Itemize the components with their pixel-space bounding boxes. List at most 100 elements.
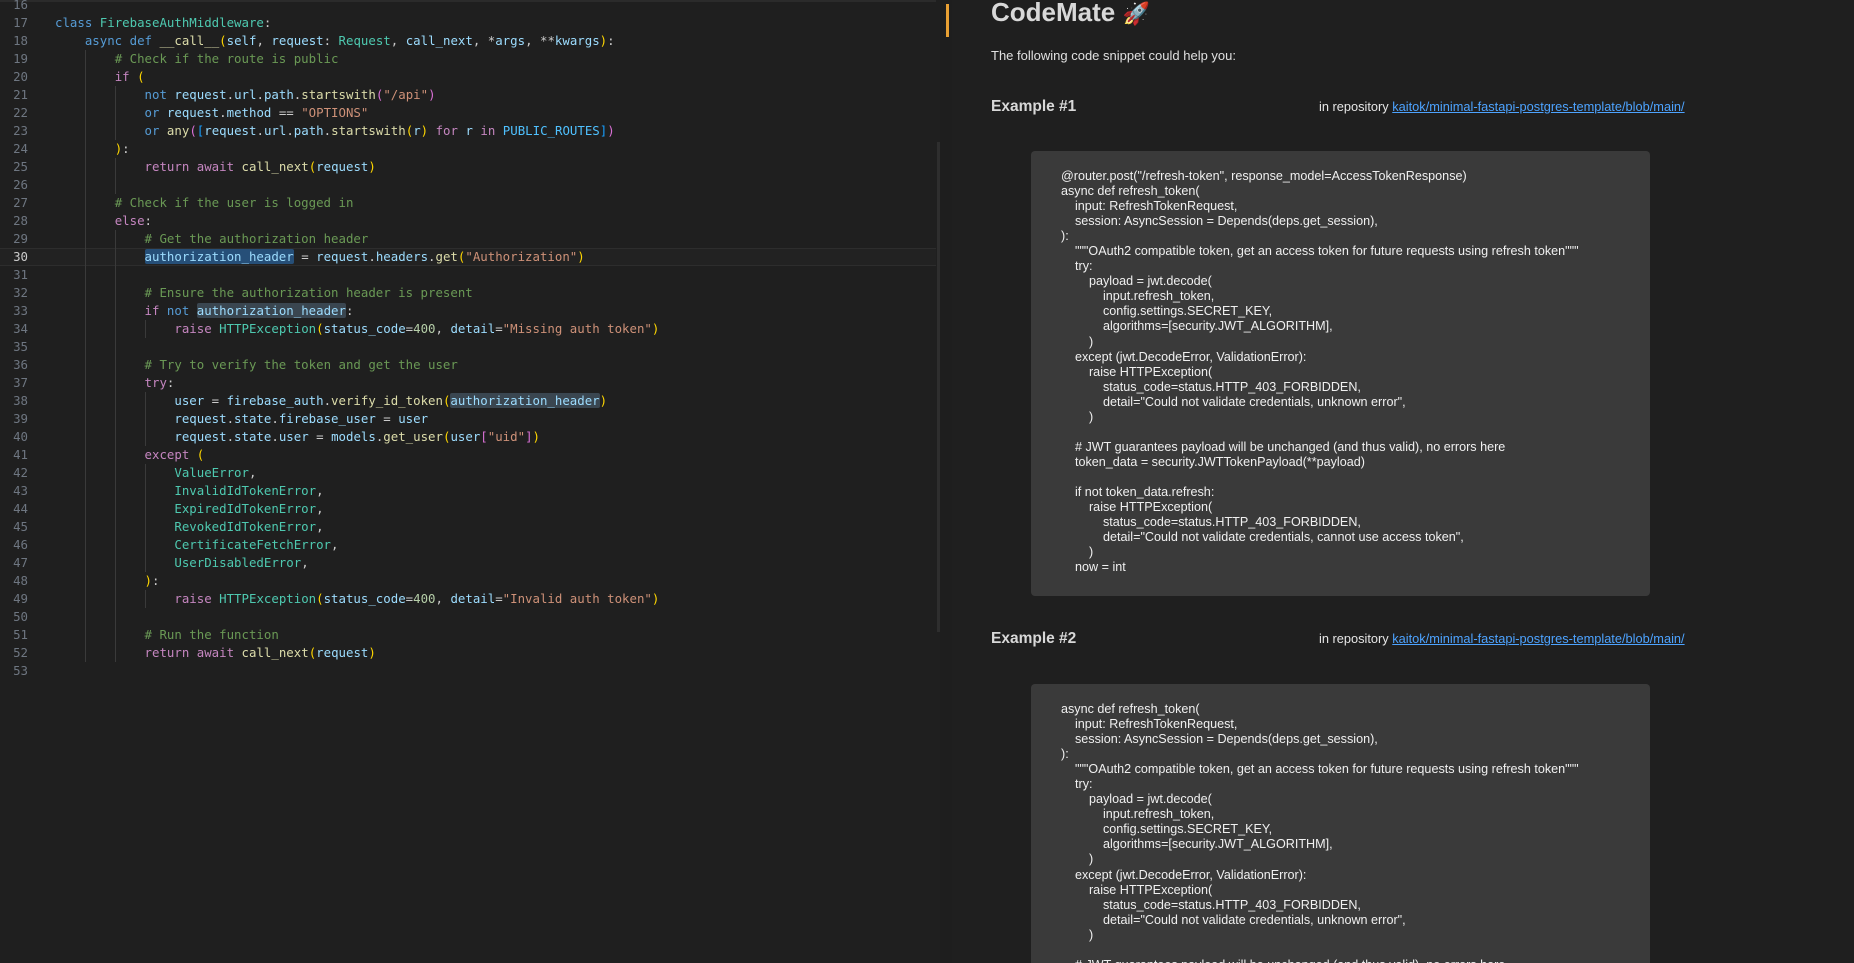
code-text[interactable]: ExpiredIdTokenError, — [55, 500, 323, 518]
code-line[interactable]: 45 RevokedIdTokenError, — [0, 518, 936, 536]
line-number: 32 — [13, 285, 28, 300]
code-line[interactable]: 25 return await call_next(request) — [0, 158, 936, 176]
indent-guide — [84, 176, 86, 194]
code-line[interactable]: 26 — [0, 176, 936, 194]
code-text[interactable]: ): — [55, 140, 130, 158]
example-2-code-snippet[interactable]: async def refresh_token( input: RefreshT… — [1031, 684, 1650, 963]
code-text[interactable]: return await call_next(request) — [55, 158, 376, 176]
panel-accent-bar — [946, 4, 949, 37]
code-line[interactable]: 46 CertificateFetchError, — [0, 536, 936, 554]
code-text[interactable]: else: — [55, 212, 152, 230]
code-line[interactable]: 37 try: — [0, 374, 936, 392]
line-number: 38 — [13, 393, 28, 408]
code-text[interactable]: or any([request.url.path.startswith(r) f… — [55, 122, 615, 140]
code-text[interactable]: raise HTTPException(status_code=400, det… — [55, 590, 659, 608]
panel-title-text: CodeMate — [991, 0, 1116, 27]
line-number: 19 — [13, 51, 28, 66]
line-number: 47 — [13, 555, 28, 570]
code-text[interactable]: InvalidIdTokenError, — [55, 482, 323, 500]
code-text[interactable]: return await call_next(request) — [55, 644, 376, 662]
code-line[interactable]: 35 — [0, 338, 936, 356]
code-line[interactable]: 53 — [0, 662, 936, 680]
example-2-repo: in repository kaitok/minimal-fastapi-pos… — [1319, 631, 1685, 646]
code-text[interactable]: not request.url.path.startswith("/api") — [55, 86, 436, 104]
code-line[interactable]: 31 — [0, 266, 936, 284]
code-line[interactable]: 38 user = firebase_auth.verify_id_token(… — [0, 392, 936, 410]
code-line[interactable]: 18 async def __call__(self, request: Req… — [0, 32, 936, 50]
code-line[interactable]: 39 request.state.firebase_user = user — [0, 410, 936, 428]
code-line[interactable]: 36 # Try to verify the token and get the… — [0, 356, 936, 374]
code-text[interactable]: except ( — [55, 446, 205, 464]
code-line[interactable]: 29 # Get the authorization header — [0, 230, 936, 248]
code-line[interactable]: 43 InvalidIdTokenError, — [0, 482, 936, 500]
line-number: 41 — [13, 447, 28, 462]
line-number: 30 — [13, 249, 28, 264]
code-text[interactable]: raise HTTPException(status_code=400, det… — [55, 320, 659, 338]
indent-guide — [84, 338, 86, 356]
code-text[interactable]: # Run the function — [55, 626, 279, 644]
code-text[interactable]: # Get the authorization header — [55, 230, 369, 248]
code-line[interactable]: 40 request.state.user = models.get_user(… — [0, 428, 936, 446]
code-line[interactable]: 32 # Ensure the authorization header is … — [0, 284, 936, 302]
line-number: 53 — [13, 663, 28, 678]
code-line[interactable]: 30 authorization_header = request.header… — [0, 248, 936, 266]
example-2-repo-prefix: in repository — [1319, 631, 1389, 646]
line-number: 51 — [13, 627, 28, 642]
code-line[interactable]: 33 if not authorization_header: — [0, 302, 936, 320]
line-number: 37 — [13, 375, 28, 390]
code-text[interactable]: user = firebase_auth.verify_id_token(aut… — [55, 392, 607, 410]
code-text[interactable]: UserDisabledError, — [55, 554, 308, 572]
code-line[interactable]: 34 raise HTTPException(status_code=400, … — [0, 320, 936, 338]
code-lines[interactable]: 16 17 class FirebaseAuthMiddleware: 18 asyn… — [0, 0, 936, 680]
code-text[interactable]: request.state.user = models.get_user(use… — [55, 428, 540, 446]
code-text[interactable]: class FirebaseAuthMiddleware: — [55, 14, 271, 32]
code-text[interactable]: ValueError, — [55, 464, 256, 482]
code-line[interactable]: 47 UserDisabledError, — [0, 554, 936, 572]
code-line[interactable]: 20 if ( — [0, 68, 936, 86]
code-text[interactable]: request.state.firebase_user = user — [55, 410, 428, 428]
example-1-repo-link[interactable]: kaitok/minimal-fastapi-postgres-template… — [1392, 99, 1684, 114]
code-line[interactable]: 21 not request.url.path.startswith("/api… — [0, 86, 936, 104]
code-line[interactable]: 22 or request.method == "OPTIONS" — [0, 104, 936, 122]
code-text[interactable]: or request.method == "OPTIONS" — [55, 104, 369, 122]
example-1-code-snippet[interactable]: @router.post("/refresh-token", response_… — [1031, 151, 1650, 596]
code-text[interactable]: ): — [55, 572, 160, 590]
code-line[interactable]: 41 except ( — [0, 446, 936, 464]
code-line[interactable]: 16 — [0, 0, 936, 14]
line-number: 29 — [13, 231, 28, 246]
code-text[interactable]: if ( — [55, 68, 145, 86]
code-line[interactable]: 27 # Check if the user is logged in — [0, 194, 936, 212]
code-line[interactable]: 44 ExpiredIdTokenError, — [0, 500, 936, 518]
code-line[interactable]: 17 class FirebaseAuthMiddleware: — [0, 14, 936, 32]
indent-guide — [84, 608, 86, 626]
code-text[interactable]: # Ensure the authorization header is pre… — [55, 284, 473, 302]
code-line[interactable]: 52 return await call_next(request) — [0, 644, 936, 662]
code-line[interactable]: 51 # Run the function — [0, 626, 936, 644]
code-line[interactable]: 49 raise HTTPException(status_code=400, … — [0, 590, 936, 608]
code-line[interactable]: 50 — [0, 608, 936, 626]
code-line[interactable]: 19 # Check if the route is public — [0, 50, 936, 68]
code-text[interactable]: authorization_header = request.headers.g… — [55, 248, 585, 266]
editor-scrollbar-thumb[interactable] — [937, 142, 940, 632]
code-text[interactable]: # Try to verify the token and get the us… — [55, 356, 458, 374]
code-line[interactable]: 24 ): — [0, 140, 936, 158]
code-line[interactable]: 42 ValueError, — [0, 464, 936, 482]
codemate-panel[interactable]: CodeMate 🚀 The following code snippet co… — [952, 0, 1854, 963]
line-number: 36 — [13, 357, 28, 372]
line-number: 52 — [13, 645, 28, 660]
panel-title: CodeMate 🚀 — [991, 0, 1150, 28]
code-text[interactable]: if not authorization_header: — [55, 302, 353, 320]
code-line[interactable]: 23 or any([request.url.path.startswith(r… — [0, 122, 936, 140]
code-editor[interactable]: 16 17 class FirebaseAuthMiddleware: 18 asyn… — [0, 0, 940, 963]
code-text[interactable]: CertificateFetchError, — [55, 536, 338, 554]
code-line[interactable]: 28 else: — [0, 212, 936, 230]
code-line[interactable]: 48 ): — [0, 572, 936, 590]
line-number: 44 — [13, 501, 28, 516]
code-text[interactable]: RevokedIdTokenError, — [55, 518, 323, 536]
code-text[interactable]: # Check if the route is public — [55, 50, 339, 68]
code-text[interactable]: async def __call__(self, request: Reques… — [55, 32, 615, 50]
code-text[interactable]: # Check if the user is logged in — [55, 194, 354, 212]
example-2-repo-link[interactable]: kaitok/minimal-fastapi-postgres-template… — [1392, 631, 1684, 646]
code-text[interactable]: try: — [55, 374, 175, 392]
line-number: 33 — [13, 303, 28, 318]
